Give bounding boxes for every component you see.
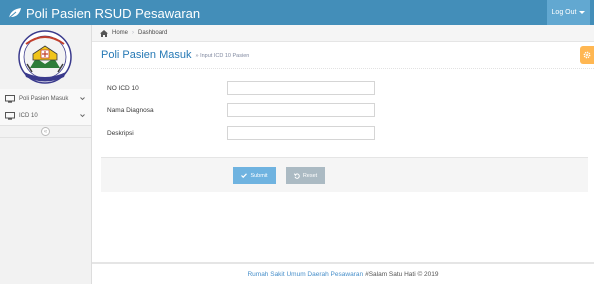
sidebar-collapse-button[interactable]: «: [41, 127, 50, 136]
submit-button[interactable]: Submit: [233, 167, 276, 184]
form-row-no-icd: NO ICD 10: [107, 81, 377, 95]
breadcrumb-current: Dashboard: [138, 30, 168, 36]
form-row-nama-diagnosa: Nama Diagnosa: [107, 103, 377, 117]
logout-button[interactable]: Log Out: [547, 0, 590, 25]
check-icon: [241, 173, 248, 178]
nama-diagnosa-input[interactable]: [227, 103, 375, 117]
leaf-icon: [8, 8, 21, 19]
home-icon: [100, 29, 108, 37]
breadcrumb: Home › Dashboard: [92, 25, 594, 42]
double-chevron-left-icon: «: [43, 128, 48, 135]
page-header: Poli Pasien Masuk » Input ICD 10 Pasien: [101, 42, 594, 69]
page-subtitle: » Input ICD 10 Pasien: [195, 53, 250, 59]
chevron-down-icon: [80, 97, 85, 101]
sidebar-item-label: Poli Pasien Masuk: [19, 95, 69, 102]
desktop-icon: [5, 94, 15, 103]
reset-label: Reset: [302, 172, 318, 179]
nama-diagnosa-label: Nama Diagnosa: [107, 106, 154, 114]
settings-button[interactable]: [580, 46, 594, 64]
deskripsi-input[interactable]: [227, 126, 375, 140]
reset-button[interactable]: Reset: [286, 167, 325, 184]
no-icd-label: NO ICD 10: [107, 84, 139, 92]
undo-icon: [293, 172, 300, 179]
sidebar-collapse-row: «: [0, 126, 91, 138]
sidebar-item-icd-10[interactable]: ICD 10: [0, 106, 91, 126]
top-navbar: Poli Pasien RSUD Pesawaran Log Out: [0, 0, 594, 25]
logout-label: Log Out: [551, 9, 577, 16]
breadcrumb-separator-icon: ›: [132, 30, 135, 36]
gear-icon: [583, 51, 591, 59]
footer: Rumah Sakit Umum Daerah Pesawaran #Salam…: [92, 262, 594, 284]
chevron-down-icon: [80, 114, 85, 118]
submit-label: Submit: [250, 172, 268, 179]
sidebar-item-label: ICD 10: [19, 112, 38, 119]
deskripsi-label: Deskripsi: [107, 129, 134, 137]
brand[interactable]: Poli Pasien RSUD Pesawaran: [8, 5, 200, 21]
form-actions: Submit Reset: [101, 157, 588, 192]
page-title: Poli Pasien Masuk: [101, 49, 192, 61]
footer-tagline: #Salam Satu Hati © 2019: [365, 270, 439, 278]
form-row-deskripsi: Deskripsi: [107, 126, 377, 140]
caret-down-icon: [579, 11, 586, 14]
desktop-icon: [5, 111, 15, 120]
breadcrumb-home-link[interactable]: Home: [112, 30, 128, 36]
footer-org-name: Rumah Sakit Umum Daerah Pesawaran: [247, 270, 364, 278]
hospital-logo: [16, 28, 74, 88]
sidebar: Poli Pasien Masuk ICD 10 «: [0, 25, 92, 284]
no-icd-input[interactable]: [227, 81, 375, 95]
brand-title: Poli Pasien RSUD Pesawaran: [26, 5, 201, 21]
